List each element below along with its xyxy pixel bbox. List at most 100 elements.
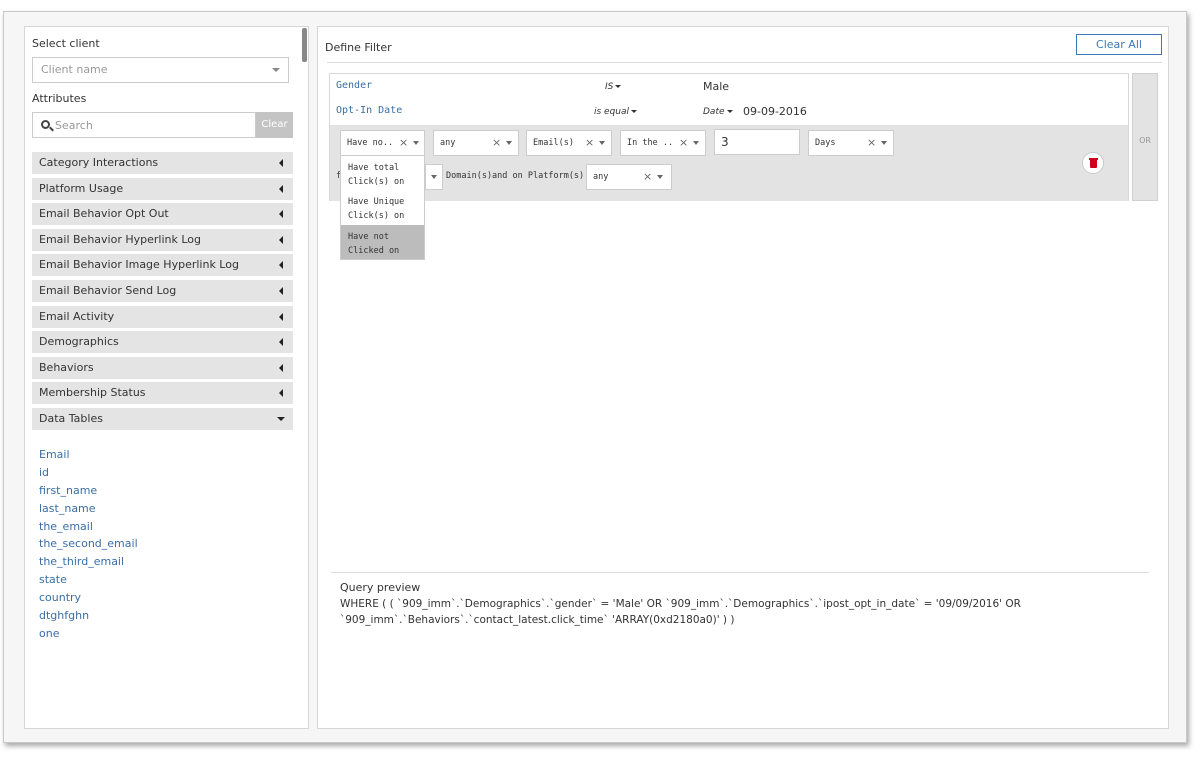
field-link[interactable]: id	[39, 464, 138, 482]
or-button[interactable]: OR	[1132, 73, 1158, 201]
scrollbar-thumb[interactable]	[302, 28, 307, 62]
rule-operator-label: is equal	[594, 107, 630, 117]
rule-operator-label: IS	[605, 82, 614, 92]
field-link[interactable]: the_email	[39, 518, 138, 536]
category-label: Demographics	[39, 335, 119, 349]
rule-type-select[interactable]: Date	[703, 107, 733, 117]
target-select-value: Email(s)	[533, 138, 574, 148]
dropdown-option-selected[interactable]: Have not Clicked on	[341, 224, 424, 259]
close-icon[interactable]: ×	[585, 131, 594, 155]
caret-left-icon	[279, 389, 283, 398]
category-item[interactable]: Demographics	[32, 331, 293, 354]
client-select[interactable]: Client name	[32, 57, 289, 83]
rule-operator-select[interactable]: IS	[605, 82, 622, 92]
field-link[interactable]: last_name	[39, 500, 138, 518]
category-item[interactable]: Email Behavior Hyperlink Log	[32, 228, 293, 251]
define-filter-title: Define Filter	[325, 41, 392, 54]
close-icon[interactable]: ×	[679, 131, 688, 155]
select-client-label: Select client	[32, 37, 100, 50]
rule-field: Gender	[336, 80, 373, 91]
rule-value: 09-09-2016	[743, 105, 807, 118]
caret-down-icon	[277, 416, 285, 421]
action-select[interactable]: Have no.. ×	[340, 130, 425, 156]
caret-down-icon	[506, 141, 512, 145]
field-link[interactable]: one	[39, 625, 138, 643]
caret-left-icon	[279, 235, 283, 244]
query-preview-label: Query preview	[340, 581, 421, 594]
caret-down-icon	[599, 141, 605, 145]
caret-down-icon	[881, 141, 887, 145]
time-operator-value: In the ..	[627, 138, 674, 148]
caret-left-icon	[279, 159, 283, 167]
caret-down-icon	[615, 85, 622, 88]
category-item-expanded[interactable]: Data Tables	[32, 407, 293, 430]
category-item[interactable]: Behaviors	[32, 356, 293, 379]
category-label: Platform Usage	[39, 181, 124, 195]
client-select-placeholder: Client name	[41, 63, 108, 76]
delete-condition-button[interactable]	[1082, 152, 1104, 174]
action-dropdown-menu: Have total Click(s) on Have Unique Click…	[340, 155, 425, 260]
divider	[327, 62, 1162, 63]
platform-select-value: any	[593, 172, 609, 182]
category-item[interactable]: Email Activity	[32, 305, 293, 328]
qualifier-select[interactable]: any ×	[433, 130, 519, 156]
caret-down-icon	[726, 110, 733, 113]
category-list: Category Interactions Platform Usage Ema…	[32, 152, 293, 434]
rule-operator-select[interactable]: is equal	[594, 107, 638, 117]
category-label: Email Behavior Image Hyperlink Log	[39, 258, 239, 272]
field-link[interactable]: country	[39, 589, 138, 607]
dropdown-option[interactable]: Have Unique Click(s) on	[341, 190, 424, 224]
target-select[interactable]: Email(s) ×	[526, 130, 612, 156]
category-item[interactable]: Platform Usage	[32, 177, 293, 200]
field-link[interactable]: dtghfghn	[39, 607, 138, 625]
query-line: `909_imm`.`Behaviors`.`contact_latest.cl…	[340, 614, 735, 626]
rule-type-label: Date	[703, 107, 725, 117]
category-item[interactable]: Category Interactions	[32, 152, 293, 174]
caret-left-icon	[279, 312, 283, 321]
domain-select[interactable]	[425, 164, 443, 190]
time-operator-select[interactable]: In the .. ×	[620, 130, 706, 156]
category-label: Behaviors	[39, 360, 94, 374]
attribute-search-input[interactable]	[55, 116, 251, 134]
query-line: WHERE ( ( `909_imm`.`Demographics`.`gend…	[340, 598, 1021, 610]
attributes-panel: Select client Client name Attributes Cle…	[24, 26, 309, 729]
filter-panel: Define Filter Clear All Gender IS Male O…	[317, 26, 1169, 729]
behavior-condition: Have no.. × any × Email(s) × In the .. ×	[330, 125, 1128, 201]
caret-down-icon	[431, 175, 437, 179]
close-icon[interactable]: ×	[399, 131, 408, 155]
field-link[interactable]: Email	[39, 446, 138, 464]
category-label: Email Behavior Send Log	[39, 283, 177, 297]
caret-down-icon	[631, 110, 638, 113]
caret-down-icon	[657, 175, 663, 179]
rule-row-gender: Gender IS Male	[330, 74, 1128, 99]
caret-down-icon	[413, 141, 419, 145]
caret-left-icon	[279, 286, 283, 295]
caret-left-icon	[279, 261, 283, 270]
close-icon[interactable]: ×	[867, 131, 876, 155]
close-icon[interactable]: ×	[492, 131, 501, 155]
clear-all-button[interactable]: Clear All	[1076, 34, 1162, 55]
caret-left-icon	[279, 184, 283, 193]
unit-select[interactable]: Days ×	[808, 130, 894, 156]
category-item[interactable]: Email Behavior Image Hyperlink Log	[32, 254, 293, 277]
category-label: Category Interactions	[39, 156, 159, 169]
data-table-field-list: Email id first_name last_name the_email …	[39, 446, 138, 643]
dropdown-option[interactable]: Have total Click(s) on	[341, 156, 424, 190]
unit-select-value: Days	[815, 138, 836, 148]
attribute-search-box[interactable]	[32, 112, 256, 138]
close-icon[interactable]: ×	[643, 165, 652, 189]
field-link[interactable]: first_name	[39, 482, 138, 500]
category-item[interactable]: Email Behavior Opt Out	[32, 203, 293, 226]
category-item[interactable]: Email Behavior Send Log	[32, 279, 293, 302]
chevron-down-icon	[272, 68, 280, 72]
field-link[interactable]: the_third_email	[39, 553, 138, 571]
rule-field: Opt-In Date	[336, 105, 403, 116]
platform-select[interactable]: any ×	[586, 164, 672, 190]
category-item[interactable]: Membership Status	[32, 382, 293, 405]
filter-rule-group: Gender IS Male Opt-In Date is equal Date…	[329, 73, 1129, 201]
app-window: Select client Client name Attributes Cle…	[3, 11, 1187, 743]
field-link[interactable]: state	[39, 571, 138, 589]
amount-input[interactable]: 3	[714, 129, 800, 155]
field-link[interactable]: the_second_email	[39, 535, 138, 553]
clear-search-button[interactable]: Clear	[256, 112, 293, 138]
